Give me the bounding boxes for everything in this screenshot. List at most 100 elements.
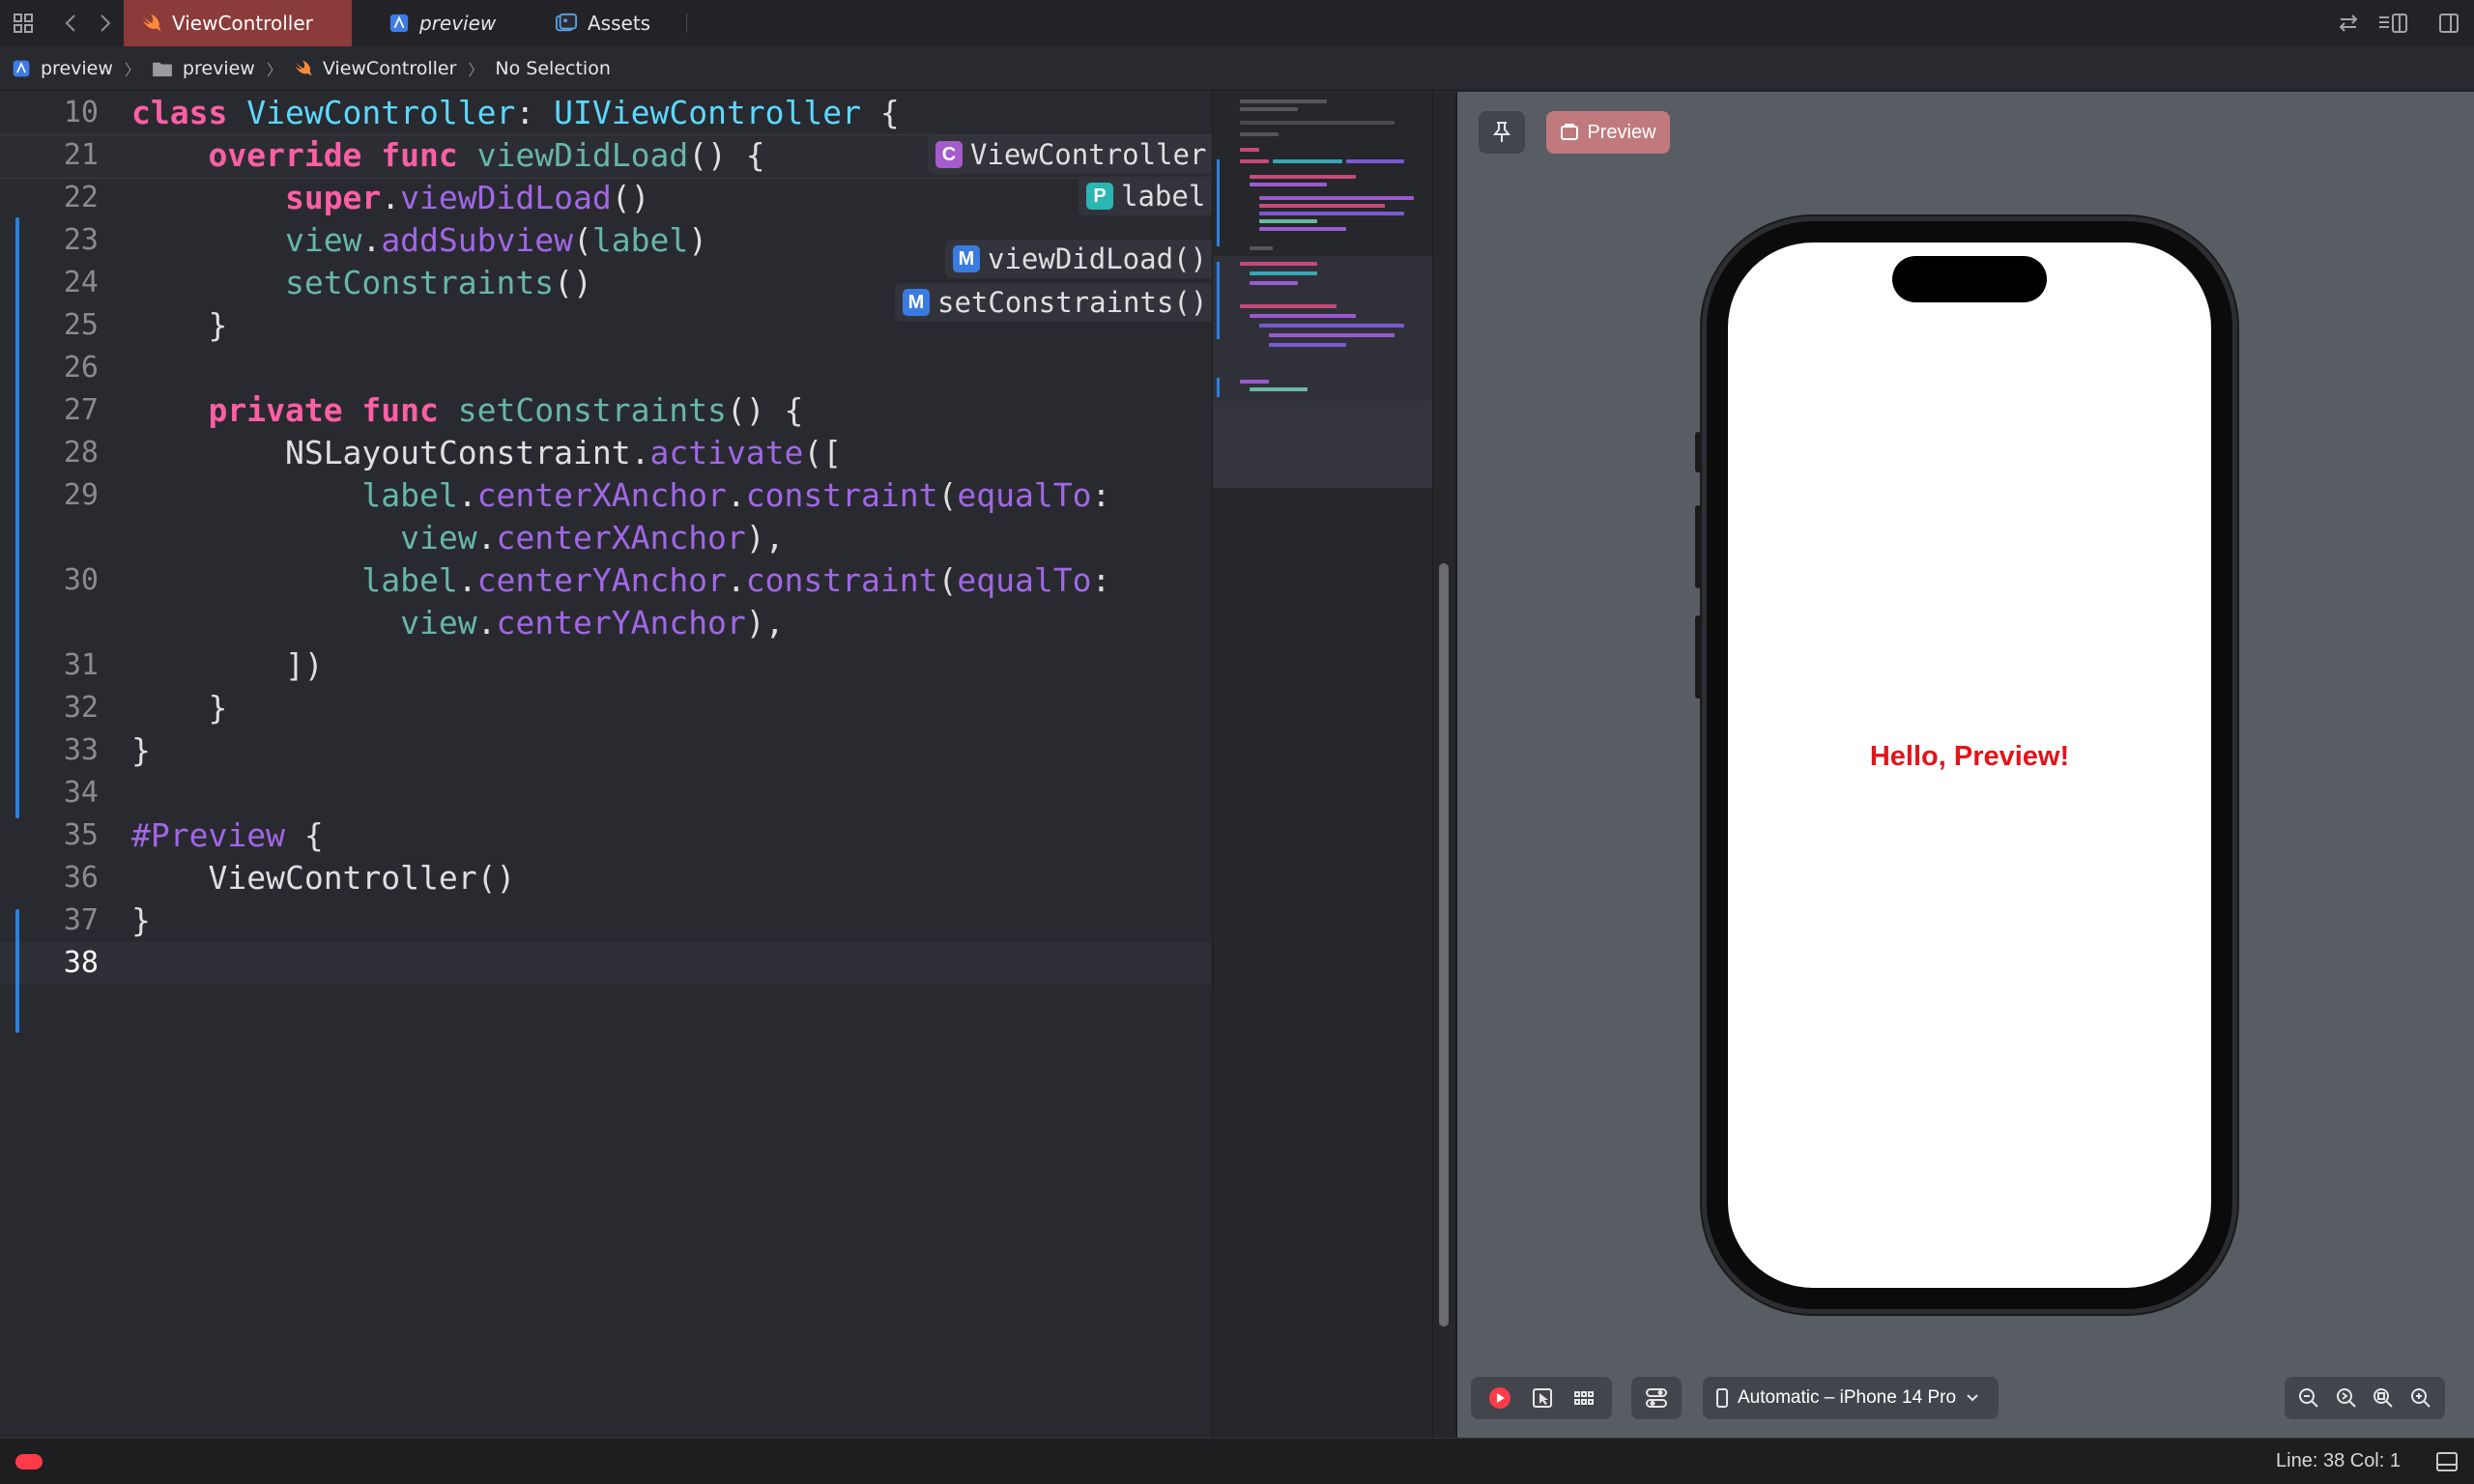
minimap-line <box>1240 100 1327 103</box>
breadcrumb-chevron-icon: 〉 <box>124 60 140 79</box>
back-chevron-icon[interactable] <box>60 12 83 35</box>
live-mode-icon[interactable] <box>1488 1386 1511 1410</box>
zoom-actual-size-icon[interactable] <box>2335 1386 2358 1410</box>
debug-area-icon[interactable] <box>2435 1451 2459 1472</box>
code-token: centerYAnchor <box>476 561 727 599</box>
code-token: activate <box>649 434 804 471</box>
cursor-position: Line: 38 Col: 1 <box>2276 1450 2401 1471</box>
code-token: setConstraints <box>457 391 727 429</box>
code-line[interactable]: 32 } <box>0 687 1212 729</box>
pin-icon <box>1491 121 1512 144</box>
code-line[interactable]: 36 ViewController() <box>0 857 1212 899</box>
zoom-in-icon[interactable] <box>2409 1386 2432 1410</box>
device-picker[interactable]: Automatic – iPhone 14 Pro <box>1703 1377 1999 1419</box>
code-line[interactable]: 22 super.viewDidLoad() <box>0 177 1212 219</box>
code-line[interactable]: 28 NSLayoutConstraint.activate([ <box>0 432 1212 474</box>
editor-options-icon[interactable] <box>2377 12 2408 35</box>
code-text: view.centerYAnchor), <box>131 602 784 644</box>
minimap-line <box>1240 380 1269 384</box>
code-line[interactable]: 38 <box>0 942 1212 985</box>
code-token: ( <box>937 561 958 599</box>
sticky-symbol-setconstraints[interactable]: M setConstraints() <box>895 283 1212 322</box>
selectable-mode-icon[interactable] <box>1532 1387 1553 1409</box>
code-token: () <box>476 859 516 897</box>
code-token: centerXAnchor <box>496 519 746 556</box>
sticky-symbol-label[interactable]: P label <box>1079 177 1212 215</box>
code-line[interactable]: 33} <box>0 729 1212 772</box>
code-line[interactable]: 26 <box>0 347 1212 389</box>
pin-preview-button[interactable] <box>1479 111 1525 154</box>
code-token: view <box>284 221 362 259</box>
swift-icon <box>294 59 313 78</box>
breadcrumb: preview 〉 preview 〉 ViewController 〉 No … <box>0 46 2474 91</box>
code-token: ([ <box>803 434 843 471</box>
scrollbar-thumb[interactable] <box>1439 563 1449 1327</box>
minimap-line <box>1240 304 1337 308</box>
code-line[interactable]: view.centerXAnchor), <box>0 517 1212 559</box>
breadcrumb-item-folder[interactable]: preview <box>152 58 255 79</box>
forward-chevron-icon[interactable] <box>93 12 116 35</box>
sticky-symbol-viewdidload[interactable]: M viewDidLoad() <box>945 240 1212 278</box>
code-token: label <box>361 561 458 599</box>
breadcrumb-chevron-icon: 〉 <box>468 60 484 79</box>
property-badge-icon: P <box>1086 183 1113 210</box>
code-line[interactable]: 34 <box>0 772 1212 814</box>
code-token: () <box>611 179 650 216</box>
code-line[interactable]: 10 class ViewController: UIViewController… <box>0 92 1212 134</box>
tab-viewcontroller[interactable]: ViewController <box>124 0 352 46</box>
source-editor[interactable]: 10 class ViewController: UIViewController… <box>0 92 1212 1438</box>
device-screen[interactable]: Hello, Preview! <box>1728 243 2211 1288</box>
code-line[interactable]: 37} <box>0 899 1212 942</box>
code-line[interactable]: 27 private func setConstraints() { <box>0 389 1212 432</box>
zoom-out-icon[interactable] <box>2297 1386 2320 1410</box>
minimap-line <box>1240 121 1395 125</box>
project-icon <box>388 13 410 34</box>
iphone-frame: Hello, Preview! <box>1707 221 2232 1309</box>
minimap[interactable] <box>1212 92 1433 1438</box>
debug-area-toggle[interactable] <box>15 1454 43 1470</box>
code-line[interactable]: 30 label.centerYAnchor.constraint(equalT… <box>0 559 1212 602</box>
code-line[interactable]: 35 #Preview { <box>0 814 1212 857</box>
breadcrumb-item-file[interactable]: ViewController <box>294 58 456 79</box>
device-settings-button[interactable] <box>1631 1377 1682 1419</box>
code-line[interactable]: 31 ]) <box>0 644 1212 687</box>
editor-scrollbar[interactable] <box>1432 92 1456 1438</box>
code-token: ) <box>688 221 708 259</box>
minimap-viewport[interactable] <box>1213 401 1433 488</box>
code-token: . <box>726 561 746 599</box>
swap-arrows-icon[interactable] <box>2337 12 2360 35</box>
minimap-line <box>1259 227 1346 231</box>
code-token: viewDidLoad <box>400 179 612 216</box>
code-token: ( <box>937 476 958 514</box>
breadcrumb-item-project[interactable]: preview <box>12 58 113 79</box>
grid-icon[interactable] <box>12 12 35 35</box>
dynamic-island <box>1892 256 2047 302</box>
variants-grid-icon[interactable] <box>1573 1387 1595 1409</box>
minimap-line <box>1259 204 1385 208</box>
code-line[interactable]: view.centerYAnchor), <box>0 602 1212 644</box>
code-text: private func setConstraints() { <box>131 389 803 432</box>
preview-mode-group <box>1471 1377 1612 1419</box>
tab-preview[interactable]: preview <box>371 0 513 46</box>
code-token: class <box>131 94 247 131</box>
preview-button[interactable]: Preview <box>1546 111 1670 154</box>
code-token: } <box>131 306 228 344</box>
breadcrumb-item-selection[interactable]: No Selection <box>495 58 610 79</box>
tab-assets[interactable]: Assets <box>537 0 668 46</box>
code-text: super.viewDidLoad() <box>131 177 650 219</box>
line-number: 36 <box>63 861 99 895</box>
minimap-line <box>1269 333 1395 337</box>
zoom-to-fit-icon[interactable] <box>2372 1386 2395 1410</box>
minimap-line <box>1240 132 1279 136</box>
minimap-line <box>1250 271 1317 275</box>
status-bar: Line: 38 Col: 1 <box>0 1438 2474 1484</box>
code-line[interactable]: 29 label.centerXAnchor.constraint(equalT… <box>0 474 1212 517</box>
preview-canvas: Preview Hello, Preview! Automatic – iPho… <box>1455 92 2474 1438</box>
inspector-toggle-icon[interactable] <box>2437 12 2460 35</box>
code-token: equalTo <box>957 476 1092 514</box>
sticky-symbol-viewcontroller[interactable]: C ViewController <box>928 135 1212 174</box>
